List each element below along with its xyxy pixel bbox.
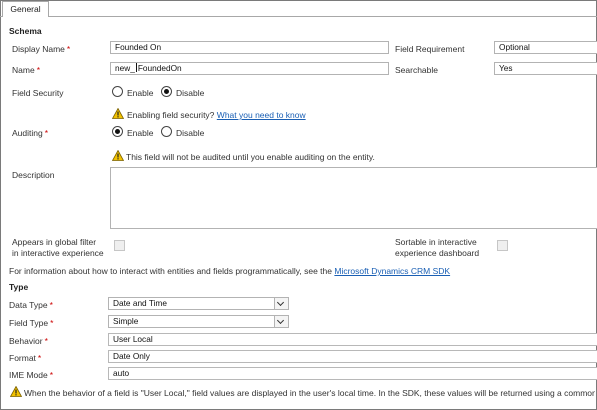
global-filter-checkbox[interactable]	[114, 240, 125, 251]
ime-mode-label: IME Mode *	[9, 370, 53, 380]
field-type-label: Field Type *	[9, 318, 53, 328]
behavior-value: User Local	[113, 334, 153, 344]
required-marker: *	[37, 353, 42, 363]
searchable-value: Yes	[499, 63, 513, 73]
required-marker: *	[44, 128, 49, 138]
field-security-disable-radio[interactable]	[161, 86, 172, 97]
behavior-label-text: Behavior	[9, 336, 43, 346]
required-marker: *	[49, 300, 53, 310]
field-type-select[interactable]: Simple	[108, 315, 289, 328]
sdk-info-text: For information about how to interact wi…	[9, 266, 332, 276]
display-name-input[interactable]: Founded On	[110, 41, 389, 54]
auditing-label: Auditing *	[12, 128, 48, 138]
display-name-label: Display Name *	[12, 44, 70, 54]
format-select[interactable]: Date Only	[108, 350, 597, 363]
tab-general-label: General	[10, 4, 41, 14]
behavior-select[interactable]: User Local	[108, 333, 597, 346]
name-prefix: new_	[115, 63, 135, 73]
name-label: Name *	[12, 65, 40, 75]
sortable-label: Sortable in interactive experience dashbo…	[395, 237, 479, 259]
display-name-value: Founded On	[115, 42, 162, 52]
searchable-label: Searchable	[395, 65, 439, 75]
field-requirement-value: Optional	[499, 42, 530, 52]
sdk-info: For information about how to interact wi…	[9, 266, 450, 276]
required-marker: *	[50, 318, 54, 328]
auditing-disable-label: Disable	[176, 128, 205, 138]
auditing-warning: This field will not be audited until you…	[126, 152, 375, 162]
chevron-down-icon[interactable]	[274, 298, 288, 309]
warning-icon	[10, 386, 22, 397]
auditing-label-text: Auditing	[12, 128, 43, 138]
ime-mode-label-text: IME Mode	[9, 370, 48, 380]
text-cursor	[135, 63, 137, 72]
format-label: Format *	[9, 353, 41, 363]
global-filter-label-line1: Appears in global filter	[12, 237, 97, 247]
tab-divider	[0, 16, 597, 17]
ime-mode-select[interactable]: auto	[108, 367, 597, 380]
description-label: Description	[12, 170, 55, 180]
behavior-note: When the behavior of a field is "User Lo…	[24, 388, 595, 398]
field-security-disable-label: Disable	[176, 88, 205, 98]
auditing-enable-radio[interactable]	[112, 126, 123, 137]
tab-general[interactable]: General	[2, 1, 49, 17]
field-security-enable-label: Enable	[127, 88, 154, 98]
field-requirement-label: Field Requirement	[395, 44, 465, 54]
name-value: FoundedOn	[137, 63, 182, 73]
warning-icon	[112, 150, 124, 161]
sortable-label-line2: experience dashboard	[395, 248, 480, 258]
field-security-warning: Enabling field security? What you need t…	[127, 110, 306, 120]
data-type-label-text: Data Type	[9, 300, 48, 310]
field-requirement-select[interactable]: Optional	[494, 41, 597, 54]
behavior-label: Behavior *	[9, 336, 48, 346]
tab-gap	[3, 16, 48, 17]
global-filter-label-line2: in interactive experience	[12, 248, 104, 258]
field-security-warning-text: Enabling field security?	[127, 110, 215, 120]
field-type-label-text: Field Type	[9, 318, 49, 328]
what-you-need-to-know-link[interactable]: What you need to know	[217, 110, 306, 120]
required-marker: *	[49, 370, 54, 380]
display-name-label-text: Display Name	[12, 44, 65, 54]
sortable-checkbox[interactable]	[497, 240, 508, 251]
chevron-down-icon[interactable]	[274, 316, 288, 327]
data-type-value: Date and Time	[113, 298, 167, 308]
global-filter-label: Appears in global filter in interactive e…	[12, 237, 104, 259]
type-heading: Type	[9, 282, 29, 292]
sdk-link[interactable]: Microsoft Dynamics CRM SDK	[334, 266, 450, 276]
auditing-enable-label: Enable	[127, 128, 154, 138]
format-label-text: Format	[9, 353, 36, 363]
data-type-select[interactable]: Date and Time	[108, 297, 289, 310]
searchable-select[interactable]: Yes	[494, 62, 597, 75]
ime-mode-value: auto	[113, 368, 130, 378]
name-label-text: Name	[12, 65, 35, 75]
field-security-label: Field Security	[12, 88, 64, 98]
warning-icon	[112, 108, 124, 119]
format-value: Date Only	[113, 351, 150, 361]
sortable-label-line1: Sortable in interactive	[395, 237, 477, 247]
description-textarea[interactable]	[110, 167, 597, 229]
required-marker: *	[36, 65, 40, 75]
name-input[interactable]: new_ FoundedOn	[110, 62, 389, 75]
auditing-disable-radio[interactable]	[161, 126, 172, 137]
field-type-value: Simple	[113, 316, 139, 326]
schema-heading: Schema	[9, 26, 42, 36]
required-marker: *	[66, 44, 71, 54]
data-type-label: Data Type *	[9, 300, 53, 310]
field-security-enable-radio[interactable]	[112, 86, 123, 97]
required-marker: *	[44, 336, 48, 346]
